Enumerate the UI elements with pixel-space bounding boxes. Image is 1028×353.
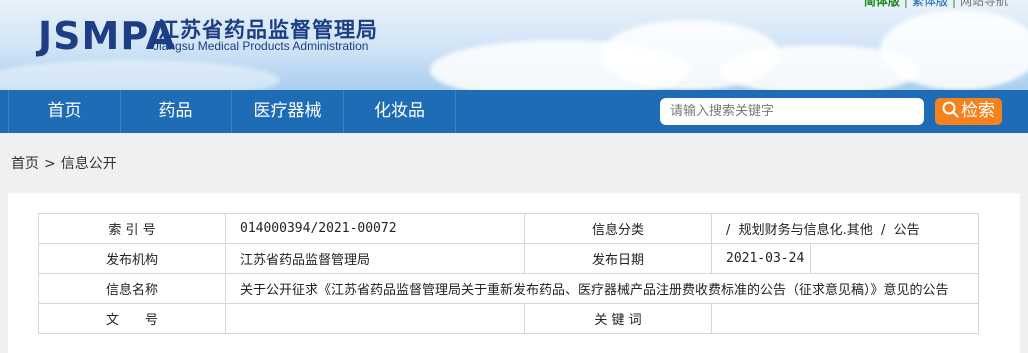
empty-cell [810,243,979,274]
top-links: 简体版 | 繁体版 | 网站导航 [864,0,1008,9]
link-site-map[interactable]: 网站导航 [960,0,1008,9]
publisher-value: 江苏省药品监督管理局 [225,243,525,274]
keywords-value [711,303,979,334]
search-input[interactable] [660,98,924,125]
top-link-separator: | [903,0,908,8]
site-name-en: Jiangsu Medical Products Administration [153,39,369,53]
doc-number-label: 文 号 [38,303,226,334]
banner-cloud-decoration [0,60,280,90]
name-value: 关于公开征求《江苏省药品监督管理局关于重新发布药品、医疗器械产品注册费收费标准的… [225,273,979,304]
search-button-label: 检索 [961,101,995,121]
index-value: 014000394/2021-00072 [225,213,525,244]
category-label: 信息分类 [524,213,712,244]
date-label: 发布日期 [524,243,712,274]
link-simplified[interactable]: 简体版 [864,0,900,9]
banner-cloud-decoration [880,10,1028,90]
table-row: 发布机构 江苏省药品监督管理局 发布日期 2021-03-24 [38,243,979,274]
top-link-separator: | [951,0,956,8]
publisher-label: 发布机构 [38,243,226,274]
table-row: 信息名称 关于公开征求《江苏省药品监督管理局关于重新发布药品、医疗器械产品注册费… [38,273,979,304]
breadcrumb-home[interactable]: 首页 [11,156,39,172]
table-row: 索 引 号 014000394/2021-00072 信息分类 / 规划财务与信… [38,213,979,244]
keywords-label: 关 键 词 [524,303,712,334]
breadcrumb: 首页 > 信息公开 [11,153,117,173]
main-nav: 首页 药品 医疗器械 化妆品 检索 [0,90,1028,133]
index-label: 索 引 号 [38,213,226,244]
content-panel: 索 引 号 014000394/2021-00072 信息分类 / 规划财务与信… [8,193,1020,353]
search-button[interactable]: 检索 [935,98,1002,125]
nav-item-drugs[interactable]: 药品 [120,90,232,133]
date-value: 2021-03-24 [711,243,811,274]
category-value: / 规划财务与信息化.其他 / 公告 [711,213,979,244]
breadcrumb-current[interactable]: 信息公开 [61,156,117,172]
search-icon [942,101,959,118]
nav-item-medical-devices[interactable]: 医疗器械 [232,90,344,133]
nav-item-cosmetics[interactable]: 化妆品 [344,90,456,133]
link-traditional[interactable]: 繁体版 [912,0,948,9]
breadcrumb-separator: > [44,156,56,172]
info-table: 索 引 号 014000394/2021-00072 信息分类 / 规划财务与信… [38,213,979,334]
name-label: 信息名称 [38,273,226,304]
doc-number-value [225,303,525,334]
table-row: 文 号 关 键 词 [38,303,979,334]
header-banner: JSMPA 江苏省药品监督管理局 Jiangsu Medical Product… [0,0,1028,90]
nav-item-home[interactable]: 首页 [8,90,121,133]
